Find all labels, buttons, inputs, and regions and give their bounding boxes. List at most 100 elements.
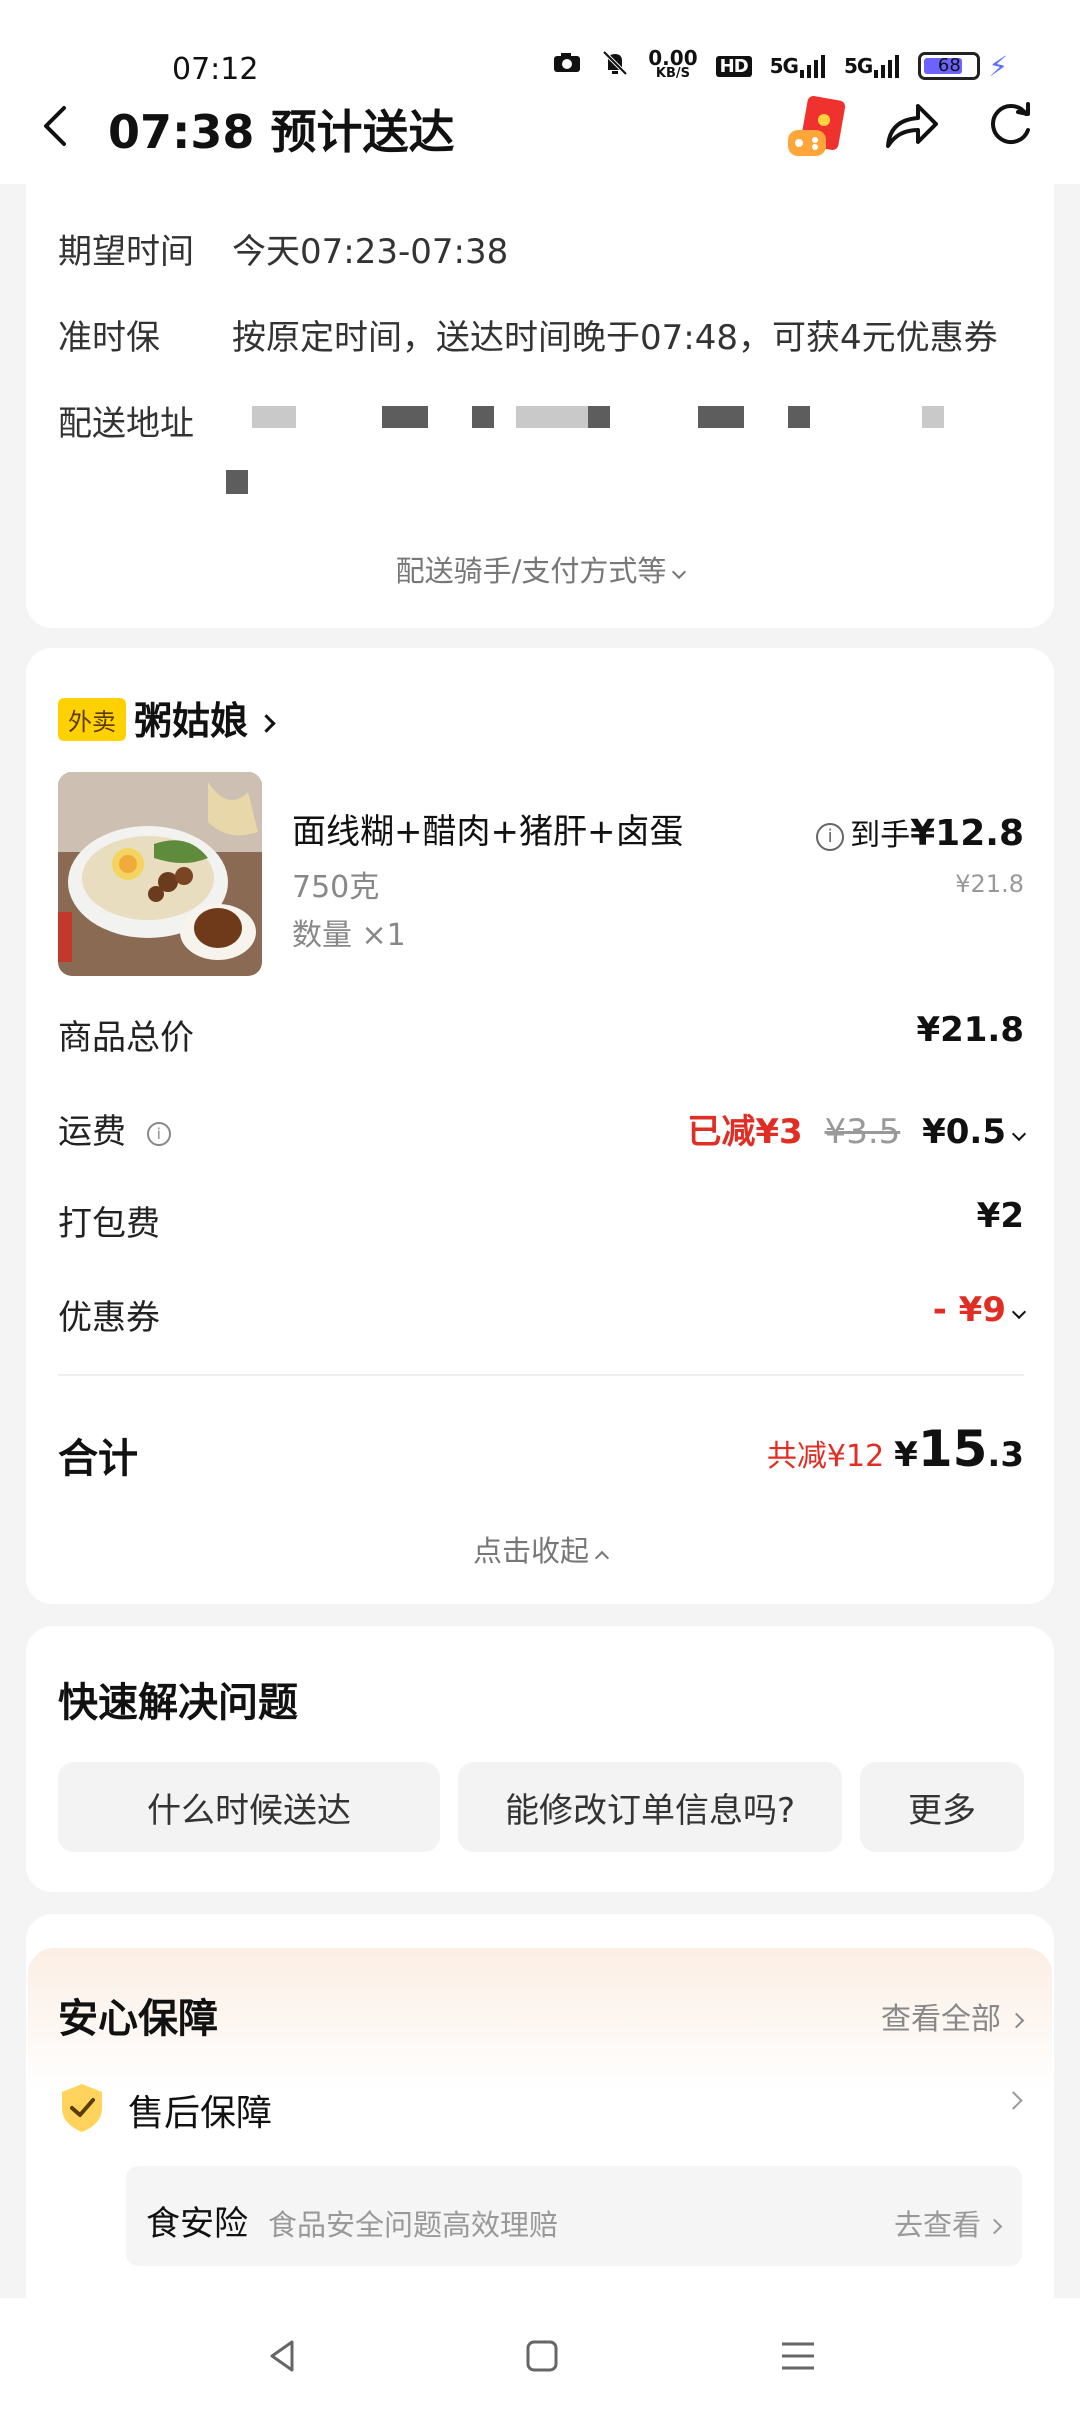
total-saved: 共减¥12 (766, 1439, 885, 1474)
quick-help-card: 快速解决问题 什么时候送达 能修改订单信息吗? 更多 (26, 1626, 1054, 1892)
insurance-go-link[interactable]: 去查看 (893, 2202, 1003, 2244)
nav-menu-button[interactable] (774, 2332, 822, 2380)
share-icon (886, 104, 938, 148)
address-label: 配送地址 (58, 404, 194, 444)
expected-time-label: 期望时间 (58, 232, 194, 272)
square-home-icon (526, 2340, 558, 2372)
goods-total-label: 商品总价 (58, 1018, 194, 1058)
insurance-description: 食品安全问题高效理赔 (268, 2208, 559, 2242)
speed-unit: KB/S (655, 66, 690, 81)
coupon-label: 优惠券 (58, 1298, 160, 1338)
guarantee-card: 安心保障 查看全部 售后保障 食安险 食品安全问题高效理赔 去查看 (26, 1914, 1054, 2334)
system-nav-bar (0, 2298, 1080, 2412)
view-all-link[interactable]: 查看全部 (881, 1994, 1025, 2038)
ontime-guarantee-label: 准时保 (58, 318, 160, 358)
shipping-value-row[interactable]: 已减¥3 ¥3.5 ¥0.5 (687, 1104, 1027, 1153)
total-currency: ¥ (894, 1435, 918, 1475)
camera-icon (552, 51, 582, 81)
chevron-down-icon (672, 564, 687, 580)
mute-bell-icon (600, 48, 630, 84)
triangle-back-icon (270, 2340, 294, 2372)
expected-time-value: 今天07:23-07:38 (232, 232, 509, 272)
product-name: 面线糊+醋肉+猪肝+卤蛋 (292, 812, 684, 852)
battery-icon: 68 (918, 52, 981, 80)
coupon-value-row[interactable]: - ¥9 (932, 1290, 1027, 1330)
divider (58, 1374, 1024, 1376)
shipping-original: ¥3.5 (824, 1112, 901, 1152)
total-amount-row: 共减¥12 ¥15.3 (767, 1420, 1024, 1478)
food-photo (58, 772, 262, 976)
modify-order-button[interactable]: 能修改订单信息吗? (458, 1762, 842, 1852)
packing-fee-value: ¥2 (976, 1196, 1024, 1236)
more-details-toggle[interactable]: 配送骑手/支付方式等 (26, 548, 1054, 590)
chevron-right-icon (1008, 2012, 1025, 2029)
ontime-guarantee-value: 按原定时间，送达时间晚于07:48，可获4元优惠券 (232, 318, 998, 358)
refresh-button[interactable] (984, 100, 1036, 152)
insurance-go-label: 去查看 (893, 2208, 981, 2242)
share-button[interactable] (884, 100, 940, 152)
shipping-label: 运费 (58, 1112, 126, 1152)
chevron-down-icon (1011, 1126, 1027, 1142)
red-packet-icon (788, 96, 846, 156)
shield-check-icon (58, 2082, 106, 2134)
total-decimal: .3 (987, 1435, 1024, 1475)
view-all-label: 查看全部 (881, 2002, 1001, 2037)
product-quantity: 数量 ×1 (292, 918, 406, 953)
hd-icon: HD (715, 55, 752, 77)
shipping-label-row: 运费 i (58, 1104, 177, 1153)
red-packet-game-button[interactable] (786, 96, 848, 162)
quick-help-title: 快速解决问题 (58, 1680, 298, 1726)
shipping-value: ¥0.5 (922, 1112, 1006, 1152)
nav-home-button[interactable] (518, 2332, 566, 2380)
chevron-right-icon (1004, 2091, 1023, 2110)
menu-lines-icon (782, 2342, 814, 2370)
shipping-info-icon[interactable]: i (146, 1121, 171, 1146)
chevron-right-icon (986, 2218, 1003, 2235)
total-amount: ¥15.3 (894, 1420, 1024, 1478)
delivery-info-card: 期望时间 今天07:23-07:38 准时保 按原定时间，送达时间晚于07:48… (26, 160, 1054, 628)
when-delivered-button[interactable]: 什么时候送达 (58, 1762, 440, 1852)
chevron-down-icon (1011, 1304, 1027, 1320)
more-button[interactable]: 更多 (860, 1762, 1024, 1852)
shipping-reduced: 已减¥3 (687, 1112, 803, 1152)
charging-icon: ⚡ (988, 49, 1008, 83)
signal-5g-1-icon: 5G (770, 54, 826, 78)
order-card: 外卖 粥姑娘 面线糊+醋肉+猪肝+卤蛋 750克 数量 ×1 i 到手¥12.8 … (26, 648, 1054, 1604)
net-label-2: 5G (843, 54, 873, 78)
nav-back-button[interactable] (258, 2332, 306, 2380)
final-price-prefix: 到手 (850, 818, 911, 853)
product-image[interactable] (58, 772, 262, 976)
collapse-toggle[interactable]: 点击收起 (26, 1528, 1054, 1570)
packing-fee-label: 打包费 (58, 1204, 160, 1244)
product-weight: 750克 (292, 870, 380, 905)
total-integer: 15 (917, 1420, 988, 1478)
page-title: 07:38 预计送达 (108, 105, 455, 159)
back-button[interactable] (40, 98, 80, 154)
total-label: 合计 (58, 1436, 138, 1482)
signal-5g-2-icon: 5G (844, 54, 900, 78)
delivery-tag: 外卖 (58, 698, 126, 741)
coupon-value: - ¥9 (932, 1290, 1006, 1330)
chevron-left-icon (44, 106, 66, 146)
food-insurance-row[interactable]: 食安险 食品安全问题高效理赔 去查看 (126, 2166, 1022, 2266)
status-icons: 0.00 KB/S HD 5G 5G 68 ⚡ (552, 48, 1008, 84)
net-label-1: 5G (769, 54, 799, 78)
final-price[interactable]: i 到手¥12.8 (816, 810, 1024, 854)
chevron-right-icon (257, 714, 276, 733)
info-icon: i (816, 822, 845, 851)
after-sale-link[interactable] (1001, 2091, 1023, 2111)
more-details-label: 配送骑手/支付方式等 (395, 554, 667, 588)
chevron-up-icon (594, 1550, 610, 1566)
insurance-name: 食安险 (146, 2204, 248, 2244)
store-name: 粥姑娘 (134, 699, 249, 743)
status-time: 07:12 (172, 52, 259, 87)
store-name-link[interactable]: 粥姑娘 (134, 690, 276, 745)
goods-total-value: ¥21.8 (916, 1010, 1024, 1050)
final-price-value: ¥12.8 (910, 813, 1024, 854)
battery-level: 68 (937, 55, 961, 76)
guarantee-title: 安心保障 (58, 1996, 218, 2042)
refresh-icon (991, 102, 1030, 144)
original-price: ¥21.8 (955, 870, 1024, 898)
after-sale-label: 售后保障 (128, 2093, 273, 2134)
collapse-label: 点击收起 (472, 1534, 589, 1568)
